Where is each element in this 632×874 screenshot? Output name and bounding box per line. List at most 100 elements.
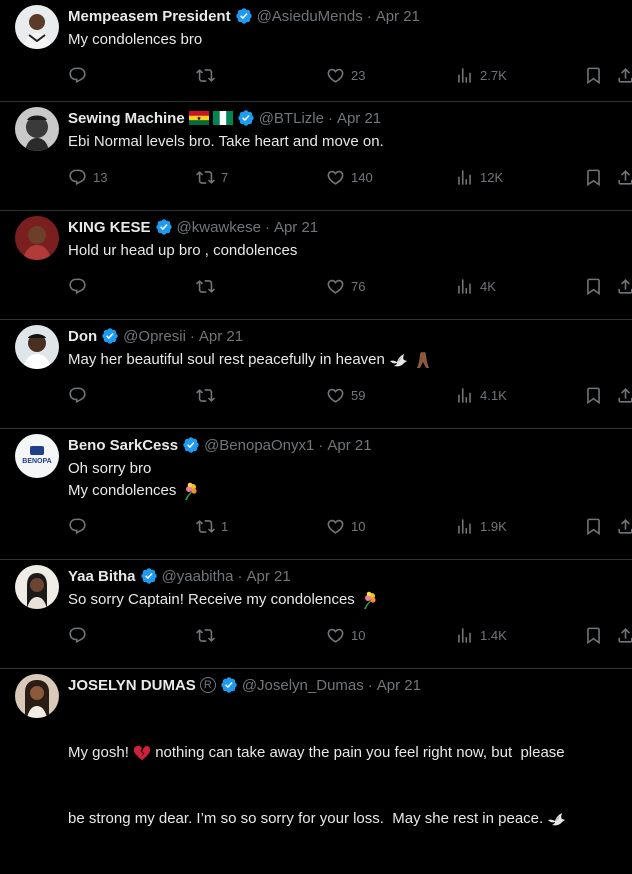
tweet[interactable]: KING KESE @kwawkese · Apr 21 Hold ur hea… — [0, 211, 632, 320]
views-button[interactable]: 1.4K — [455, 625, 507, 645]
share-button[interactable] — [616, 167, 632, 187]
avatar[interactable] — [15, 5, 59, 49]
bookmark-button[interactable] — [584, 516, 603, 536]
dove-icon — [389, 352, 409, 368]
retweet-button[interactable] — [196, 276, 221, 296]
share-button[interactable] — [616, 625, 632, 645]
tweet-text-line: My gosh! nothing can take away the pain … — [68, 742, 622, 764]
tweet-text-line: My condolences bro — [68, 31, 203, 48]
display-name[interactable]: Sewing Machine — [68, 110, 185, 127]
handle[interactable]: @kwawkese — [177, 219, 261, 236]
display-name[interactable]: Don — [68, 328, 97, 345]
retweet-button[interactable] — [196, 65, 221, 85]
timestamp[interactable]: Apr 21 — [199, 328, 243, 345]
retweet-button[interactable] — [196, 625, 221, 645]
bookmark-button[interactable] — [584, 65, 603, 85]
share-icon — [616, 626, 632, 645]
bookmark-icon — [584, 386, 603, 405]
timestamp[interactable]: Apr 21 — [274, 219, 318, 236]
timestamp[interactable]: Apr 21 — [327, 437, 371, 454]
like-button[interactable]: 10 — [326, 625, 365, 645]
handle[interactable]: @yaabitha — [162, 568, 234, 585]
display-name[interactable]: Beno SarkCess — [68, 437, 178, 454]
tweet-text-segment: So sorry Captain! Receive my condolences — [68, 591, 355, 608]
like-count: 10 — [351, 627, 366, 643]
tweet[interactable]: BENOPA Beno SarkCess @BenopaOnyx1 · Apr … — [0, 429, 632, 560]
tweet-text: My condolences bro — [68, 29, 622, 51]
bookmark-icon — [584, 168, 603, 187]
view-count: 1.9K — [480, 518, 507, 534]
views-button[interactable]: 4.1K — [455, 385, 507, 405]
tweet-text: Hold ur head up bro , condolences — [68, 240, 622, 262]
views-button[interactable]: 1.9K — [455, 516, 507, 536]
share-button[interactable] — [616, 385, 632, 405]
tweet[interactable]: Yaa Bitha @yaabitha · Apr 21 So sorry Ca… — [0, 560, 632, 669]
share-icon — [616, 66, 632, 85]
views-button[interactable]: 12K — [455, 167, 503, 187]
avatar[interactable] — [15, 107, 59, 151]
retweet-icon — [196, 168, 215, 187]
avatar[interactable] — [15, 674, 59, 718]
retweet-icon — [196, 386, 215, 405]
tweet-text: May her beautiful soul rest peacefully i… — [68, 349, 622, 371]
bookmark-button[interactable] — [584, 625, 603, 645]
avatar[interactable] — [15, 565, 59, 609]
avatar[interactable]: BENOPA — [15, 434, 59, 478]
tweet[interactable]: Don @Opresii · Apr 21 May her beautiful … — [0, 320, 632, 429]
avatar[interactable] — [15, 325, 59, 369]
reply-button[interactable] — [68, 516, 93, 536]
tweet[interactable]: Sewing Machine @BTLizle · Apr 21 Ebi Nor… — [0, 102, 632, 211]
tweet-text: Oh sorry bro My condolences — [68, 458, 622, 502]
display-name[interactable]: Yaa Bitha — [68, 568, 136, 585]
like-button[interactable]: 10 — [326, 516, 365, 536]
bookmark-icon — [584, 517, 603, 536]
timestamp[interactable]: Apr 21 — [246, 568, 290, 585]
bookmark-icon — [584, 66, 603, 85]
bookmark-button[interactable] — [584, 385, 603, 405]
like-button[interactable]: 76 — [326, 276, 365, 296]
view-count: 12K — [480, 169, 504, 185]
handle[interactable]: @BTLizle — [259, 110, 324, 127]
display-name[interactable]: JOSELYN DUMAS — [68, 677, 196, 694]
tweet-text: Ebi Normal levels bro. Take heart and mo… — [68, 131, 622, 153]
view-count: 4K — [480, 278, 496, 294]
handle[interactable]: @Joselyn_Dumas — [242, 677, 364, 694]
timestamp[interactable]: Apr 21 — [376, 8, 420, 25]
handle[interactable]: @AsieduMends — [257, 8, 363, 25]
reply-button[interactable] — [68, 625, 93, 645]
tweet-text-segment: My gosh! — [68, 744, 134, 761]
tweet[interactable]: JOSELYN DUMAS R @Joselyn_Dumas · Apr 21 … — [0, 669, 632, 827]
handle[interactable]: @Opresii — [123, 328, 186, 345]
bookmark-button[interactable] — [584, 167, 603, 187]
share-button[interactable] — [616, 65, 632, 85]
reply-button[interactable] — [68, 276, 93, 296]
share-button[interactable] — [616, 276, 632, 296]
views-button[interactable]: 4K — [455, 276, 496, 296]
verified-badge-icon — [220, 676, 238, 694]
tweet-text-line: Oh sorry bro — [68, 460, 152, 477]
like-button[interactable]: 59 — [326, 385, 365, 405]
bookmark-icon — [584, 626, 603, 645]
reply-button[interactable] — [68, 65, 93, 85]
retweet-button[interactable]: 1 — [196, 516, 228, 536]
timestamp[interactable]: Apr 21 — [377, 677, 421, 694]
tweet-text-line: May her beautiful soul rest peacefully i… — [68, 349, 622, 371]
share-button[interactable] — [616, 516, 632, 536]
retweet-button[interactable]: 7 — [196, 167, 228, 187]
like-button[interactable]: 140 — [326, 167, 373, 187]
retweet-icon — [196, 517, 215, 536]
like-button[interactable]: 23 — [326, 65, 365, 85]
reply-button[interactable]: 13 — [68, 167, 107, 187]
views-button[interactable]: 2.7K — [455, 65, 507, 85]
handle[interactable]: @BenopaOnyx1 — [204, 437, 314, 454]
bookmark-button[interactable] — [584, 276, 603, 296]
retweet-button[interactable] — [196, 385, 221, 405]
timestamp[interactable]: Apr 21 — [337, 110, 381, 127]
reply-button[interactable] — [68, 385, 93, 405]
display-name[interactable]: Mempeasem President — [68, 8, 231, 25]
avatar[interactable] — [15, 216, 59, 260]
display-name[interactable]: KING KESE — [68, 219, 151, 236]
tweet[interactable]: Mempeasem President @AsieduMends · Apr 2… — [0, 0, 632, 102]
separator-dot: · — [189, 327, 195, 345]
flower-bouquet-icon — [359, 590, 379, 610]
